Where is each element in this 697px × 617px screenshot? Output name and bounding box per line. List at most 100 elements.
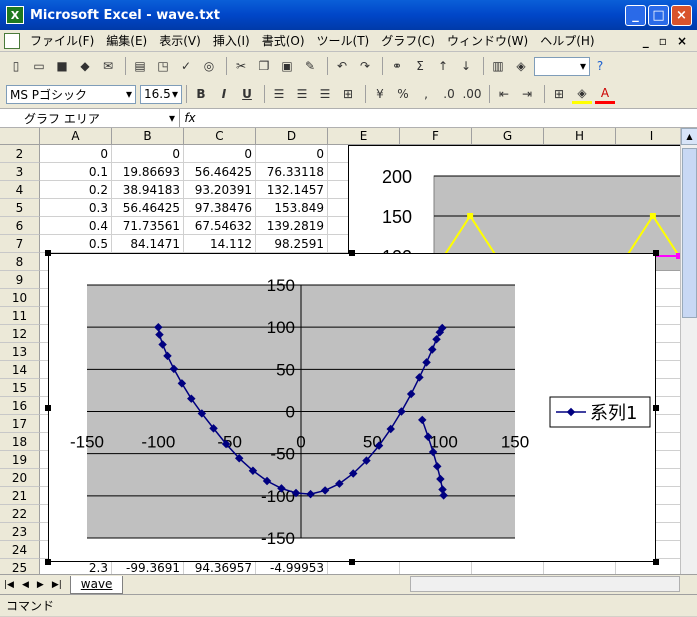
sheet-tab-wave[interactable]: wave [69,575,124,594]
col-header-b[interactable]: B [112,128,184,145]
col-header-i[interactable]: I [616,128,680,145]
font-color-icon[interactable]: A [595,84,615,104]
cell[interactable]: 76.33118 [256,163,328,181]
col-header-d[interactable]: D [256,128,328,145]
resize-handle-bm[interactable] [349,559,355,565]
menu-help[interactable]: ヘルプ(H) [534,32,600,49]
research-icon[interactable]: ◎ [199,56,219,76]
save-icon[interactable]: ■ [52,56,72,76]
menu-file[interactable]: ファイル(F) [24,32,100,49]
sort-desc-icon[interactable]: ↓ [456,56,476,76]
resize-handle-tm[interactable] [349,250,355,256]
cell[interactable]: 0.1 [40,163,112,181]
row-header[interactable]: 24 [0,541,40,559]
menu-view[interactable]: 表示(V) [153,32,207,49]
open-icon[interactable]: ▭ [29,56,49,76]
function-icon[interactable]: fx [180,111,200,125]
cell[interactable]: 56.46425 [184,163,256,181]
spelling-icon[interactable]: ✓ [176,56,196,76]
italic-icon[interactable]: I [214,84,234,104]
menu-chart[interactable]: グラフ(C) [375,32,441,49]
decrease-decimal-icon[interactable]: .00 [462,84,482,104]
cell[interactable]: 38.94183 [112,181,184,199]
help-icon[interactable]: ? [590,56,610,76]
fill-color-icon[interactable]: ◈ [572,84,592,104]
copy-icon[interactable]: ❐ [254,56,274,76]
resize-handle-tl[interactable] [45,250,51,256]
cell[interactable]: 67.54632 [184,217,256,235]
undo-icon[interactable]: ↶ [332,56,352,76]
row-header[interactable]: 2 [0,145,40,163]
sort-asc-icon[interactable]: ↑ [433,56,453,76]
print-icon[interactable]: ▤ [130,56,150,76]
resize-handle-tr[interactable] [653,250,659,256]
resize-handle-bl[interactable] [45,559,51,565]
scroll-thumb[interactable] [682,148,697,318]
cell[interactable]: 0 [40,145,112,163]
menu-edit[interactable]: 編集(E) [100,32,153,49]
col-header-c[interactable]: C [184,128,256,145]
cell[interactable]: 56.46425 [112,199,184,217]
row-header[interactable]: 16 [0,397,40,415]
col-header-h[interactable]: H [544,128,616,145]
col-header-f[interactable]: F [400,128,472,145]
menu-window[interactable]: ウィンドウ(W) [441,32,534,49]
new-icon[interactable]: ▯ [6,56,26,76]
scroll-up-icon[interactable]: ▲ [681,128,697,145]
drawing-icon[interactable]: ◈ [511,56,531,76]
increase-indent-icon[interactable]: ⇥ [517,84,537,104]
chart-wizard-icon[interactable]: ▥ [488,56,508,76]
cell[interactable]: 153.849 [256,199,328,217]
menu-tools[interactable]: ツール(T) [311,32,376,49]
comma-icon[interactable]: , [416,84,436,104]
horizontal-scrollbar[interactable] [410,576,680,592]
menu-insert[interactable]: 挿入(I) [207,32,256,49]
cell[interactable]: 0 [112,145,184,163]
next-sheet-icon[interactable]: ▶ [33,580,48,590]
row-header[interactable]: 20 [0,469,40,487]
cell[interactable]: 0.3 [40,199,112,217]
row-header[interactable]: 7 [0,235,40,253]
row-header[interactable]: 18 [0,433,40,451]
row-header[interactable]: 9 [0,271,40,289]
close-button[interactable]: × [671,4,692,26]
formula-input[interactable] [200,109,697,127]
first-sheet-icon[interactable]: |◀ [0,580,18,590]
align-left-icon[interactable]: ☰ [269,84,289,104]
vertical-scrollbar[interactable]: ▲ [680,128,697,574]
row-header[interactable]: 6 [0,217,40,235]
menu-format[interactable]: 書式(O) [256,32,311,49]
cell[interactable]: 97.38476 [184,199,256,217]
row-header[interactable]: 22 [0,505,40,523]
last-sheet-icon[interactable]: ▶| [48,580,66,590]
cell[interactable]: 19.86693 [112,163,184,181]
col-header-a[interactable]: A [40,128,112,145]
underline-icon[interactable]: U [237,84,257,104]
email-icon[interactable]: ✉ [98,56,118,76]
permission-icon[interactable]: ◆ [75,56,95,76]
cell[interactable]: 0 [184,145,256,163]
row-header[interactable]: 21 [0,487,40,505]
row-header[interactable]: 12 [0,325,40,343]
maximize-button[interactable]: □ [648,4,669,26]
row-header[interactable]: 15 [0,379,40,397]
cell[interactable]: 84.1471 [112,235,184,253]
col-header-g[interactable]: G [472,128,544,145]
cell[interactable]: 71.73561 [112,217,184,235]
resize-handle-mr[interactable] [653,405,659,411]
align-center-icon[interactable]: ☰ [292,84,312,104]
percent-icon[interactable]: % [393,84,413,104]
doc-close-icon[interactable]: × [677,34,687,48]
font-name-select[interactable]: MS Pゴシック ▾ [6,84,136,104]
cell[interactable]: 98.2591 [256,235,328,253]
row-header[interactable]: 11 [0,307,40,325]
cell[interactable]: 0 [256,145,328,163]
paste-icon[interactable]: ▣ [277,56,297,76]
row-header[interactable]: 23 [0,523,40,541]
cut-icon[interactable]: ✂ [231,56,251,76]
col-header-e[interactable]: E [328,128,400,145]
format-painter-icon[interactable]: ✎ [300,56,320,76]
row-header[interactable]: 14 [0,361,40,379]
cell[interactable]: 132.1457 [256,181,328,199]
row-header[interactable]: 13 [0,343,40,361]
